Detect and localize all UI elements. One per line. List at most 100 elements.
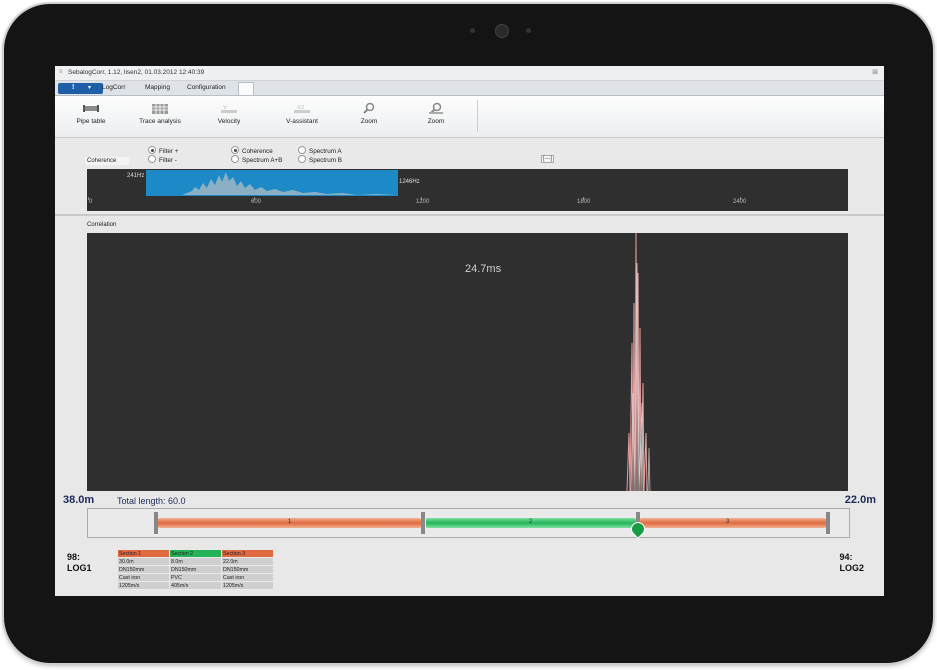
spectrum-a-radio[interactable]: Spectrum A — [298, 146, 342, 155]
zoom-in-button[interactable]: Zoom — [349, 98, 389, 134]
axis-tick-label: 2400 — [733, 199, 747, 205]
correlation-label: Correlation — [87, 222, 117, 228]
filter-plus-radio[interactable]: Filter + — [148, 146, 178, 155]
band-low-label: 241Hz — [127, 173, 145, 179]
table-cell: 405m/s — [169, 581, 222, 590]
v-assistant-label: V-assistant — [286, 118, 318, 125]
spectrum-ab-radio[interactable]: Spectrum A+B — [231, 155, 282, 164]
spectrum-b-label: Spectrum B — [309, 157, 342, 164]
radio-icon — [148, 155, 156, 163]
table-header-row: Section 1 Section 2 Section 3 — [117, 549, 274, 558]
velocity-label: Velocity — [217, 118, 241, 125]
chevron-down-icon: ▾ — [88, 85, 92, 91]
tab-logcorr[interactable]: LogCorr — [102, 84, 125, 91]
section-3-header[interactable]: Section 3 — [221, 549, 274, 558]
pipe-section-3[interactable] — [640, 518, 826, 528]
correlation-plot[interactable]: 24.7ms — [87, 233, 848, 491]
tab-mapping[interactable]: Mapping — [145, 84, 170, 91]
table-row: DN150mm DN150mm DN150mm — [117, 565, 274, 574]
section-1-header[interactable]: Section 1 — [117, 549, 170, 558]
pipe-diagram[interactable]: 1 2 3 — [87, 508, 850, 539]
correlation-peak — [626, 233, 651, 491]
close-icon[interactable]: ⊠ — [872, 68, 878, 76]
info-icon: ! — [72, 84, 75, 91]
table-cell: Cast iron — [221, 573, 274, 582]
v-assistant-icon: V2 — [294, 105, 310, 113]
section-number: 2 — [529, 519, 533, 525]
section-2-header[interactable]: Section 2 — [169, 549, 222, 558]
axis-tick-label: 0 — [89, 199, 93, 205]
spectrum-a-label: Spectrum A — [309, 148, 342, 155]
radio-icon — [231, 155, 239, 163]
pipe-table-icon — [83, 105, 99, 112]
table-cell: PVC — [169, 573, 222, 582]
radio-icon — [298, 146, 306, 154]
sensor-dot — [526, 28, 531, 33]
trace-analysis-icon — [152, 104, 168, 114]
app-window: ≡ SebalogCorr, 1.12, lisen2, 01.03.2012 … — [55, 66, 884, 596]
table-cell: 1205m/s — [117, 581, 170, 590]
filter-minus-label: Filter - — [159, 157, 177, 164]
title-bar: ≡ SebalogCorr, 1.12, lisen2, 01.03.2012 … — [55, 66, 884, 81]
zoom-out-button[interactable]: Zoom — [416, 98, 456, 134]
zoom-in-icon — [363, 102, 375, 114]
radio-selected-icon — [231, 146, 239, 154]
left-logger-id: 98: — [67, 552, 81, 562]
right-distance: 22.0m — [844, 494, 876, 506]
coherence-panel: Coherence Filter + Filter - Coherence Sp… — [55, 138, 884, 213]
zoom-out-label: Zoom — [427, 118, 445, 125]
axis-tick-label: 1200 — [416, 199, 430, 205]
axis-tick-label: 1800 — [577, 199, 591, 205]
table-row: 30.0m 8.0m 22.0m — [117, 557, 274, 566]
spectrum-ab-label: Spectrum A+B — [242, 157, 283, 164]
window-title: SebalogCorr, 1.12, lisen2, 01.03.2012 12… — [68, 69, 205, 76]
table-cell: 1205m/s — [221, 581, 274, 590]
zoom-out-icon — [429, 102, 443, 114]
spectrum-b-radio[interactable]: Spectrum B — [298, 155, 342, 164]
right-logger-id: 94: — [839, 552, 853, 562]
table-cell: 8.0m — [169, 557, 222, 566]
section-table: Section 1 Section 2 Section 3 30.0m 8.0m… — [117, 549, 274, 590]
radio-icon — [298, 155, 306, 163]
right-logger[interactable]: 94: LOG2 — [839, 552, 864, 574]
coherence-label: Coherence — [85, 157, 129, 165]
expand-button[interactable]: [---] — [541, 155, 555, 163]
trace-analysis-button[interactable]: Trace analysis — [135, 98, 185, 134]
coherence-radio[interactable]: Coherence — [231, 146, 273, 155]
tab-bar: ! ▾ LogCorr Mapping Configuration — [55, 81, 884, 96]
tab-active-blank[interactable] — [238, 82, 254, 95]
sensor-dot — [470, 28, 475, 33]
band-high-label: 1246Hz — [399, 179, 420, 185]
table-cell: DN150mm — [169, 565, 222, 574]
trace-analysis-label: Trace analysis — [139, 118, 181, 125]
velocity-button[interactable]: V Velocity — [207, 98, 251, 134]
coherence-mode-label: Coherence — [242, 148, 273, 155]
radio-selected-icon — [148, 146, 156, 154]
ribbon-toolbar: Pipe table Trace analysis V Velocity V2 … — [55, 96, 884, 138]
app-menu-button[interactable]: ! ▾ — [58, 83, 103, 94]
filter-plus-label: Filter + — [159, 148, 179, 155]
left-logger[interactable]: 98: LOG1 — [67, 552, 92, 574]
pipe-table-button[interactable]: Pipe table — [69, 98, 113, 134]
v-assistant-button[interactable]: V2 V-assistant — [277, 98, 327, 134]
right-logger-name: LOG2 — [839, 563, 864, 573]
pipe-joint[interactable] — [421, 512, 425, 534]
left-distance: 38.0m — [63, 494, 95, 506]
ribbon-separator — [477, 100, 478, 132]
window-menu-icon[interactable]: ≡ — [59, 69, 63, 75]
filter-minus-radio[interactable]: Filter - — [148, 155, 177, 164]
velocity-icon: V — [221, 105, 237, 113]
zoom-in-label: Zoom — [360, 118, 378, 125]
coherence-plot[interactable]: 241Hz 1246Hz 0 600 1200 1800 2400 — [87, 169, 848, 211]
tab-configuration[interactable]: Configuration — [187, 84, 226, 91]
table-cell: Cast iron — [117, 573, 170, 582]
camera-icon — [495, 24, 509, 38]
section-number: 1 — [288, 519, 292, 525]
pipe-end-right — [826, 512, 830, 534]
splitter[interactable] — [55, 214, 884, 216]
left-logger-name: LOG1 — [67, 563, 92, 573]
table-cell: DN150mm — [117, 565, 170, 574]
table-cell: DN150mm — [221, 565, 274, 574]
axis-tick-label: 600 — [251, 199, 262, 205]
pipe-table-label: Pipe table — [76, 118, 106, 125]
